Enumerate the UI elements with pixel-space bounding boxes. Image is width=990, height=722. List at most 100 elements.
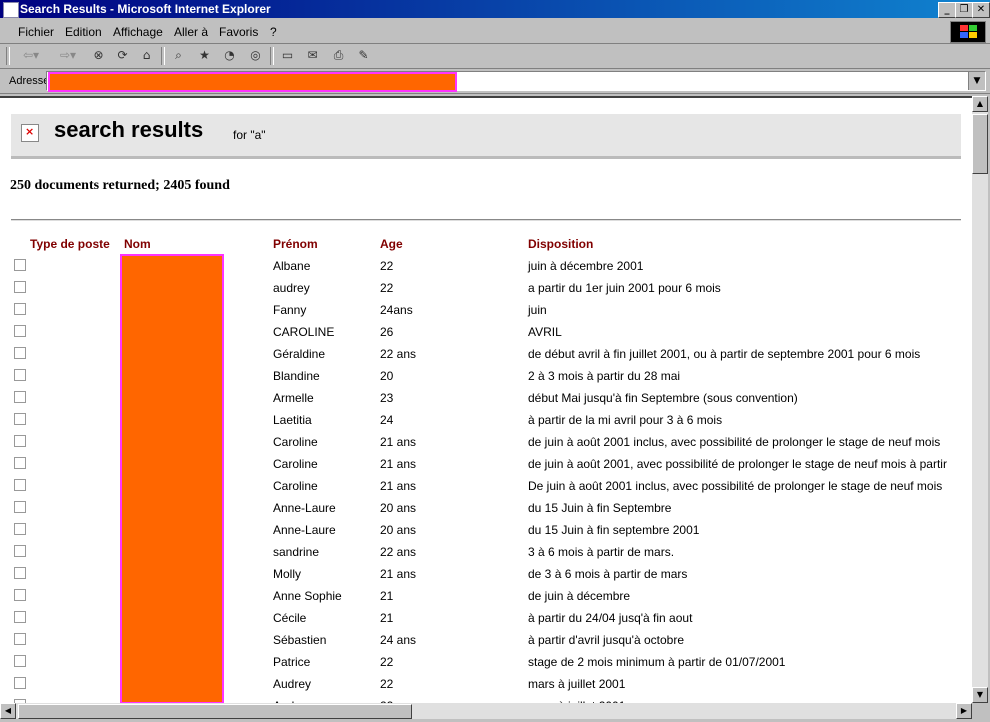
results-header: × search results for "a" [11, 114, 961, 159]
edit-icon[interactable]: ✎ [355, 47, 372, 64]
row-checkbox[interactable] [14, 369, 26, 381]
row-checkbox[interactable] [14, 523, 26, 535]
cell-prenom: Cécile [273, 611, 307, 625]
cell-age: 21 [380, 611, 394, 625]
scroll-up-icon[interactable]: ▲ [972, 96, 988, 112]
cell-disposition: du 15 Juin à fin septembre 2001 [528, 523, 700, 537]
horizontal-scrollbar[interactable]: ◀ ▶ [0, 703, 972, 719]
address-label: Adresse [9, 75, 50, 87]
cell-prenom: Anne-Laure [273, 523, 336, 537]
scroll-right-icon[interactable]: ▶ [956, 703, 972, 719]
cell-age: 26 [380, 325, 394, 339]
cell-prenom: Sébastien [273, 633, 327, 647]
col-header-prenom: Prénom [273, 237, 318, 251]
cell-disposition: de juin à décembre [528, 589, 631, 603]
scroll-down-icon[interactable]: ▼ [972, 687, 988, 703]
toolbar-separator [270, 47, 274, 65]
back-icon[interactable]: ⇦▾ [18, 47, 44, 64]
cell-prenom: Caroline [273, 435, 318, 449]
toolbar: ⇦▾ ⇨▾ ⊗ ⟳ ⌂ ⌕ ★ ◔ ◎ ▭ ✉ ⎙ ✎ [0, 44, 990, 69]
favorites-icon[interactable]: ★ [196, 47, 213, 64]
address-dropdown-arrow-icon[interactable]: ▼ [968, 72, 985, 90]
cell-age: 21 ans [380, 479, 417, 493]
cell-disposition: AVRIL [528, 325, 562, 339]
row-checkbox[interactable] [14, 567, 26, 579]
row-checkbox[interactable] [14, 391, 26, 403]
row-checkbox[interactable] [14, 677, 26, 689]
row-checkbox[interactable] [14, 545, 26, 557]
cell-age: 22 [380, 281, 394, 295]
row-checkbox[interactable] [14, 589, 26, 601]
menu-help[interactable]: ? [270, 25, 277, 39]
col-header-disposition: Disposition [528, 237, 594, 251]
menu-bar: Fichier Edition Affichage Aller à Favori… [0, 19, 990, 44]
row-checkbox[interactable] [14, 281, 26, 293]
forward-icon[interactable]: ⇨▾ [55, 47, 81, 64]
row-checkbox[interactable] [14, 325, 26, 337]
cell-prenom: Patrice [273, 655, 311, 669]
cell-prenom: Armelle [273, 391, 314, 405]
row-checkbox[interactable] [14, 435, 26, 447]
cell-prenom: Laetitia [273, 413, 312, 427]
menu-affichage[interactable]: Affichage [113, 25, 163, 39]
cell-disposition: à partir de la mi avril pour 3 à 6 mois [528, 413, 723, 427]
row-checkbox[interactable] [14, 413, 26, 425]
cell-age: 21 ans [380, 457, 417, 471]
cell-prenom: Fanny [273, 303, 307, 317]
row-checkbox[interactable] [14, 479, 26, 491]
cell-disposition: à partir du 24/04 jusq'à fin aout [528, 611, 693, 625]
menu-edition[interactable]: Edition [65, 25, 102, 39]
address-input[interactable]: ▼ [46, 71, 986, 92]
cell-disposition: mars à juillet 2001 [528, 677, 626, 691]
cell-age: 24 [380, 413, 394, 427]
cell-prenom: Géraldine [273, 347, 326, 361]
cell-prenom: Anne-Laure [273, 501, 336, 515]
cell-disposition: du 15 Juin à fin Septembre [528, 501, 672, 515]
row-checkbox[interactable] [14, 303, 26, 315]
menu-favoris[interactable]: Favoris [219, 25, 258, 39]
history-icon[interactable]: ◔ [221, 47, 238, 64]
minimize-button[interactable]: _ [938, 2, 956, 18]
row-checkbox[interactable] [14, 501, 26, 513]
channels-icon[interactable]: ◎ [247, 47, 264, 64]
menu-fichier[interactable]: Fichier [18, 25, 54, 39]
row-checkbox[interactable] [14, 259, 26, 271]
mail-icon[interactable]: ✉ [304, 47, 321, 64]
cell-prenom: Molly [273, 567, 302, 581]
row-checkbox[interactable] [14, 655, 26, 667]
restore-button[interactable]: ❐ [955, 2, 973, 18]
divider [11, 219, 961, 221]
cell-age: 23 [380, 391, 394, 405]
stop-icon[interactable]: ⊗ [90, 47, 107, 64]
cell-prenom: audrey [273, 281, 310, 295]
row-checkbox[interactable] [14, 347, 26, 359]
vertical-scrollbar[interactable]: ▲ ▼ [972, 96, 988, 703]
cell-age: 22 ans [380, 545, 417, 559]
vertical-scroll-thumb[interactable] [972, 114, 988, 174]
search-icon[interactable]: ⌕ [170, 47, 187, 64]
col-header-age: Age [380, 237, 403, 251]
menu-aller-a[interactable]: Aller à [174, 25, 208, 39]
home-icon[interactable]: ⌂ [138, 47, 155, 64]
toolbar-grip [6, 47, 10, 65]
fullscreen-icon[interactable]: ▭ [279, 47, 296, 64]
col-header-type: Type de poste [30, 237, 110, 251]
print-icon[interactable]: ⎙ [330, 47, 347, 64]
refresh-icon[interactable]: ⟳ [114, 47, 131, 64]
cell-disposition: 3 à 6 mois à partir de mars. [528, 545, 675, 559]
cell-age: 20 [380, 369, 394, 383]
ie-page-icon [3, 2, 19, 18]
row-checkbox[interactable] [14, 633, 26, 645]
close-button[interactable]: ✕ [972, 2, 990, 18]
cell-disposition: de juin à août 2001, avec possibilité de… [528, 457, 947, 471]
row-checkbox[interactable] [14, 457, 26, 469]
cell-prenom: Caroline [273, 457, 318, 471]
cell-prenom: Albane [273, 259, 311, 273]
cell-age: 22 [380, 677, 394, 691]
toolbar-separator [161, 47, 165, 65]
row-checkbox[interactable] [14, 611, 26, 623]
scroll-left-icon[interactable]: ◀ [0, 703, 16, 719]
cell-age: 22 [380, 655, 394, 669]
horizontal-scroll-thumb[interactable] [18, 704, 412, 719]
cell-age: 22 [380, 259, 394, 273]
